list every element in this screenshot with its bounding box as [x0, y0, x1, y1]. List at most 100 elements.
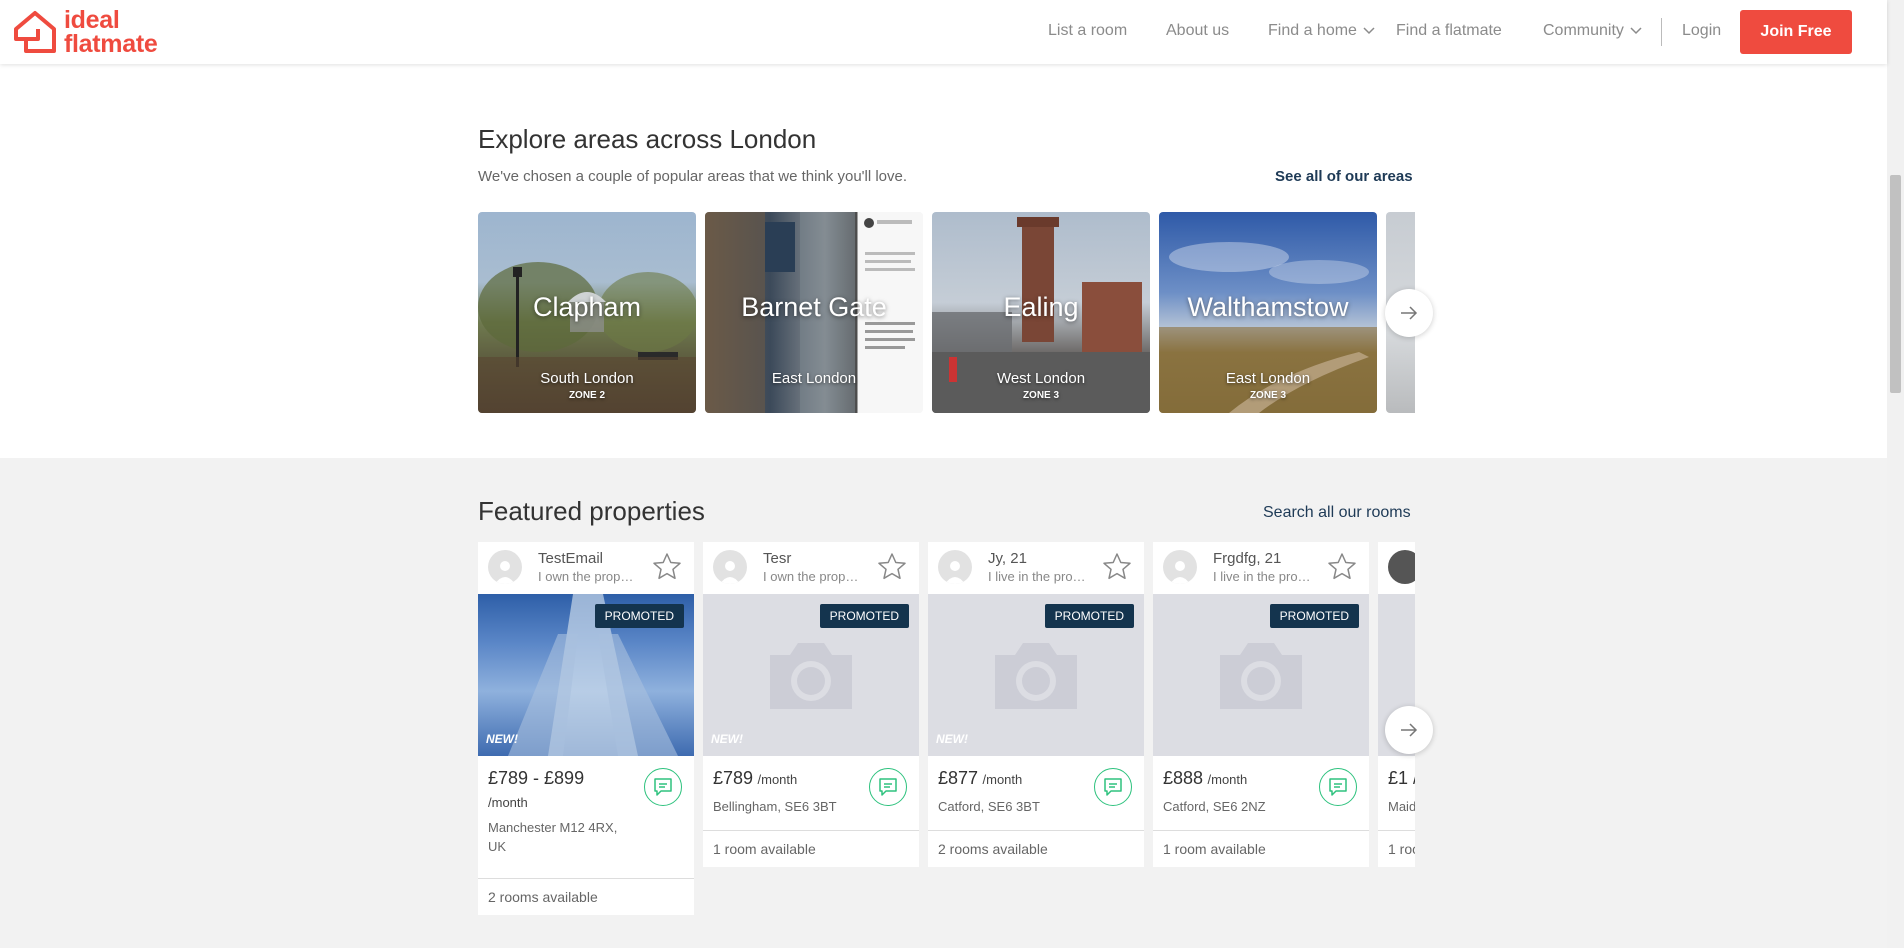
star-icon[interactable] — [652, 552, 682, 580]
search-all-rooms-link[interactable]: Search all our rooms — [1263, 504, 1411, 522]
area-card-clapham[interactable]: Clapham South London ZONE 2 — [478, 212, 696, 413]
nav-community-label: Community — [1543, 22, 1624, 39]
property-location-line-1: Manchester M12 4RX, — [488, 820, 618, 835]
star-icon[interactable] — [877, 552, 907, 580]
properties-next-button[interactable] — [1385, 706, 1433, 754]
property-card[interactable]: £1 / Maid 1 roo — [1378, 542, 1415, 867]
area-region: South London — [540, 370, 634, 387]
scrollbar-track[interactable] — [1887, 0, 1904, 948]
chat-icon — [879, 778, 897, 796]
property-image[interactable]: PROMOTED NEW! — [928, 594, 1144, 756]
property-header: Jy, 21 I live in the prop... — [928, 542, 1144, 594]
property-per-month: /month — [1207, 772, 1248, 787]
join-free-button[interactable]: Join Free — [1740, 10, 1852, 54]
explore-subtitle: We've chosen a couple of popular areas t… — [478, 168, 908, 185]
new-tag: NEW! — [486, 732, 518, 746]
area-region: East London — [771, 370, 857, 387]
property-header: Tesr I own the prope... — [703, 542, 919, 594]
avatar — [1163, 550, 1197, 584]
property-image[interactable]: PROMOTED NEW! — [478, 594, 694, 756]
area-region: East London — [1225, 370, 1311, 387]
area-name: Ealing — [1003, 292, 1079, 322]
promoted-badge: PROMOTED — [819, 604, 909, 628]
promoted-badge: PROMOTED — [1269, 604, 1359, 628]
property-body: £789 - £899 /month Manchester M12 4RX, U… — [478, 756, 694, 878]
message-button[interactable] — [869, 768, 907, 806]
property-card[interactable]: Frgdfg, 21 I live in the prop... PROMOTE… — [1153, 542, 1369, 867]
property-rooms: 1 room available — [703, 830, 919, 867]
new-tag: NEW! — [936, 732, 968, 746]
property-role: I own the prope... — [763, 569, 863, 584]
explore-title: Explore areas across London — [478, 124, 817, 154]
chat-icon — [654, 778, 672, 796]
camera-placeholder-icon — [1220, 643, 1302, 709]
nav-find-home[interactable]: Find a home — [1268, 22, 1375, 40]
property-body: £789 /month Bellingham, SE6 3BT — [703, 756, 919, 830]
area-name: Barnet Gate — [741, 292, 887, 322]
property-body: £1 / Maid — [1378, 756, 1415, 830]
message-button[interactable] — [1319, 768, 1357, 806]
nav-community[interactable]: Community — [1543, 22, 1642, 40]
areas-next-button[interactable] — [1385, 289, 1433, 337]
user-icon — [720, 561, 740, 584]
see-all-areas-link[interactable]: See all of our areas — [1275, 168, 1413, 185]
property-image[interactable]: PROMOTED — [1153, 594, 1369, 756]
property-body: £877 /month Catford, SE6 3BT — [928, 756, 1144, 830]
chat-icon — [1329, 778, 1347, 796]
logo[interactable]: ideal flatmate — [12, 6, 158, 58]
chevron-down-icon — [1363, 27, 1375, 35]
scrollbar-thumb[interactable] — [1890, 175, 1901, 393]
camera-placeholder-icon — [770, 643, 852, 709]
chat-icon — [1104, 778, 1122, 796]
area-name: Clapham — [532, 292, 642, 322]
area-zone: ZONE 2 — [568, 390, 606, 401]
message-button[interactable] — [1094, 768, 1132, 806]
property-card[interactable]: Tesr I own the prope... PROMOTED NEW! £7… — [703, 542, 919, 867]
property-location: Maid — [1388, 799, 1415, 814]
property-body: £888 /month Catford, SE6 2NZ — [1153, 756, 1369, 830]
promoted-badge: PROMOTED — [594, 604, 684, 628]
property-header: TestEmail I own the prope... — [478, 542, 694, 594]
property-price: £1 / — [1388, 768, 1415, 788]
property-rooms: 2 rooms available — [478, 878, 694, 915]
nav-find-flatmate[interactable]: Find a flatmate — [1396, 22, 1502, 40]
property-rooms: 1 roo — [1378, 830, 1415, 867]
property-role: I live in the prop... — [988, 569, 1088, 584]
avatar — [488, 550, 522, 584]
property-user: Jy, 21 — [988, 550, 1027, 567]
property-per-month: /month — [982, 772, 1023, 787]
area-card-barnet-gate[interactable]: Barnet Gate East London — [705, 212, 923, 413]
message-button[interactable] — [644, 768, 682, 806]
nav-login[interactable]: Login — [1682, 22, 1721, 40]
nav-find-home-label: Find a home — [1268, 22, 1357, 39]
property-image[interactable]: PROMOTED NEW! — [703, 594, 919, 756]
property-rooms: 2 rooms available — [928, 830, 1144, 867]
property-price: £888 — [1163, 768, 1204, 788]
logo-text: ideal flatmate — [64, 6, 158, 58]
site-header: ideal flatmate List a room About us Find… — [0, 0, 1887, 64]
new-tag: NEW! — [711, 732, 743, 746]
nav-list-room[interactable]: List a room — [1048, 22, 1127, 40]
property-role: I live in the prop... — [1213, 569, 1313, 584]
star-icon[interactable] — [1327, 552, 1357, 580]
property-card[interactable]: TestEmail I own the prope... PROMOTED NE… — [478, 542, 694, 915]
promoted-badge: PROMOTED — [1044, 604, 1134, 628]
house-logo-icon — [14, 11, 56, 53]
property-user: Tesr — [763, 550, 792, 567]
chevron-down-icon — [1630, 27, 1642, 35]
property-header — [1378, 542, 1415, 594]
property-user: Frgdfg, 21 — [1213, 550, 1282, 567]
user-icon — [495, 561, 515, 584]
property-rooms: 1 room available — [1153, 830, 1369, 867]
area-card-walthamstow[interactable]: Walthamstow East London ZONE 3 — [1159, 212, 1377, 413]
featured-title: Featured properties — [478, 496, 705, 526]
area-zone: ZONE 3 — [1249, 390, 1287, 401]
star-icon[interactable] — [1102, 552, 1132, 580]
property-location-line-2: UK — [488, 839, 507, 854]
area-card-ealing[interactable]: Ealing West London ZONE 3 — [932, 212, 1150, 413]
nav-about-us[interactable]: About us — [1166, 22, 1229, 40]
property-card[interactable]: Jy, 21 I live in the prop... PROMOTED NE… — [928, 542, 1144, 867]
property-per-month: /month — [757, 772, 798, 787]
avatar — [938, 550, 972, 584]
arrow-right-icon — [1401, 306, 1418, 320]
